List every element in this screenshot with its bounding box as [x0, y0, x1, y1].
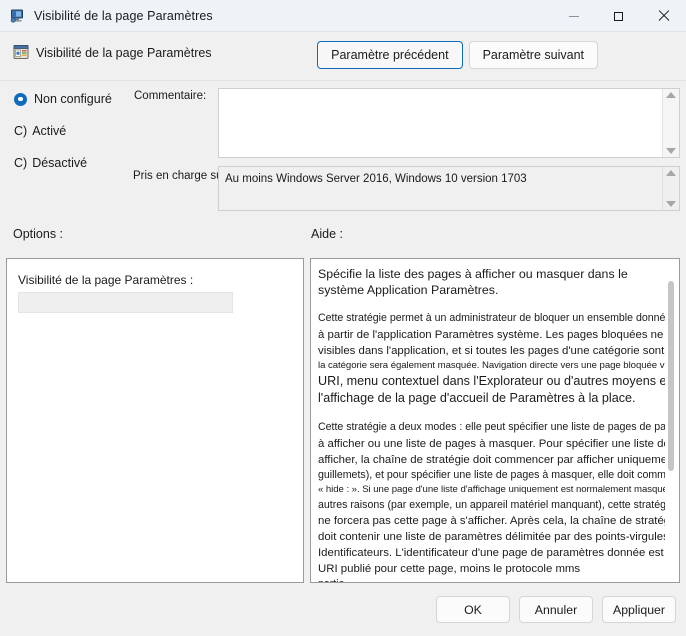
radio-enabled[interactable]: C) Activé: [14, 121, 112, 141]
supported-on-scrollbar[interactable]: [662, 167, 679, 210]
help-line: Cette stratégie a deux modes : elle peut…: [318, 421, 665, 433]
radio-unselected-icon: C): [14, 124, 28, 138]
help-line: à partir de l'application Paramètres sys…: [318, 328, 665, 341]
apply-button[interactable]: Appliquer: [602, 596, 676, 623]
comment-input[interactable]: [219, 89, 662, 157]
radio-unselected-icon: C): [14, 156, 28, 170]
supported-on-value: Au moins Windows Server 2016, Windows 10…: [225, 173, 527, 185]
help-line: visibles dans l'application, et si toute…: [318, 344, 665, 357]
monitor-policy-icon: [9, 8, 25, 24]
title-bar: Visibilité de la page Paramètres: [0, 0, 686, 32]
header-divider: [0, 80, 686, 81]
help-line: guillemets), et pour spécifier une liste…: [318, 468, 665, 481]
help-line: doit contenir une liste de paramètres dé…: [318, 531, 665, 543]
maximize-button[interactable]: [596, 0, 641, 32]
dialog-footer-buttons: OK Annuler Appliquer: [436, 596, 676, 623]
window-controls: [551, 0, 686, 32]
options-panel: Visibilité de la page Paramètres :: [6, 258, 304, 583]
radio-selected-icon: [14, 92, 27, 106]
supported-on-box: Au moins Windows Server 2016, Windows 10…: [218, 166, 680, 211]
help-paragraph-1: Cette stratégie permet à un administrate…: [318, 311, 665, 407]
radio-disabled-label: Désactivé: [32, 156, 88, 170]
group-policy-setting-dialog: Visibilité de la page Paramètres Visibil…: [0, 0, 686, 636]
help-line: URI publié pour cette page, moins le pro…: [318, 563, 581, 575]
maximize-icon: [614, 11, 623, 21]
help-text-content: Spécifie la liste des pages à afficher o…: [311, 259, 665, 582]
ok-button[interactable]: OK: [436, 596, 510, 623]
help-line: la catégorie sera également masquée. Nav…: [318, 359, 665, 371]
minimize-icon: [568, 15, 579, 17]
help-panel: Spécifie la liste des pages à afficher o…: [310, 258, 680, 583]
help-scrollbar[interactable]: [665, 259, 679, 582]
scroll-up-arrow-icon[interactable]: [666, 92, 676, 98]
help-line: à afficher ou une liste de pages à masqu…: [318, 437, 665, 450]
window-title: Visibilité de la page Paramètres: [34, 8, 213, 23]
previous-setting-button[interactable]: Paramètre précédent: [317, 41, 463, 69]
next-setting-button[interactable]: Paramètre suivant: [468, 41, 598, 69]
help-line: Identificateurs. L'identificateur d'une …: [318, 547, 665, 559]
scroll-up-arrow-icon[interactable]: [666, 170, 676, 176]
help-line: l'affichage de la page d'accueil de Para…: [318, 391, 636, 405]
radio-not-configured-label: Non configuré: [34, 92, 112, 106]
navigation-buttons: Paramètre précédent Paramètre suivant: [317, 41, 598, 69]
cancel-button[interactable]: Annuler: [519, 596, 593, 623]
comment-box: [218, 88, 680, 158]
radio-not-configured[interactable]: Non configuré: [14, 89, 112, 109]
policy-state-radio-group: Non configuré C) Activé C) Désactivé: [14, 89, 112, 185]
help-line: afficher, la chaîne de stratégie doit co…: [318, 453, 665, 466]
options-section-label: Options :: [13, 227, 64, 241]
comment-scrollbar[interactable]: [662, 89, 679, 157]
help-line: « hide : ». Si une page d'une liste d'af…: [318, 484, 665, 495]
help-line: URI, menu contextuel dans l'Explorateur …: [318, 374, 665, 388]
policy-setting-icon: [12, 43, 30, 61]
help-paragraph-2: Cette stratégie a deux modes : elle peut…: [318, 420, 665, 582]
minimize-button[interactable]: [551, 0, 596, 32]
setting-name: Visibilité de la page Paramètres: [36, 46, 212, 60]
help-lead-paragraph: Spécifie la liste des pages à afficher o…: [318, 267, 628, 297]
help-line: partie.: [318, 577, 657, 582]
settings-page-visibility-label: Visibilité de la page Paramètres :: [18, 273, 194, 287]
help-section-label: Aide :: [311, 227, 343, 241]
close-button[interactable]: [641, 0, 686, 32]
scroll-down-arrow-icon[interactable]: [666, 201, 676, 207]
help-line: autres raisons (par exemple, un appareil…: [318, 498, 665, 511]
dialog-header: Visibilité de la page Paramètres Paramèt…: [0, 32, 686, 80]
help-line: Cette stratégie permet à un administrate…: [318, 312, 665, 324]
radio-enabled-label: Activé: [32, 124, 67, 138]
help-line: ne forcera pas cette page à s'afficher. …: [318, 515, 665, 527]
help-scrollbar-thumb[interactable]: [668, 281, 674, 471]
radio-disabled[interactable]: C) Désactivé: [14, 153, 112, 173]
scroll-down-arrow-icon[interactable]: [666, 148, 676, 154]
settings-page-visibility-input[interactable]: [18, 292, 233, 313]
close-icon: [658, 10, 670, 22]
comment-label: Commentaire:: [134, 90, 207, 102]
